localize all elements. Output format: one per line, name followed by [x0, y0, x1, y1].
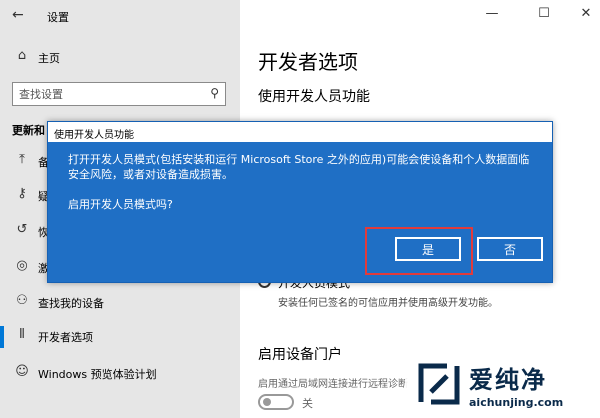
- watermark: 爱纯净 aichunjing.com: [405, 352, 600, 418]
- person-pin-icon: ⚇: [16, 293, 28, 308]
- check-circle-icon: ◎: [16, 258, 28, 273]
- sidebar-item-insider[interactable]: ☺ Windows 预览体验计划: [0, 360, 240, 388]
- search-input[interactable]: [19, 86, 199, 102]
- titlebar-right: — ☐ ✕: [240, 0, 600, 32]
- arrow-up-icon: ⤒: [19, 152, 25, 167]
- window-title: 设置: [47, 11, 69, 24]
- window-titlebar: ← 设置 — ☐ ✕: [0, 0, 600, 32]
- dialog-titlebar: 使用开发人员功能: [48, 122, 552, 142]
- developer-mode-dialog: 使用开发人员功能 打开开发人员模式(包括安装和运行 Microsoft Stor…: [47, 121, 553, 283]
- key-icon: ⚷: [17, 186, 27, 201]
- home-icon: ⌂: [17, 48, 27, 63]
- no-button[interactable]: 否: [477, 237, 543, 261]
- titlebar-left: ← 设置: [0, 0, 240, 32]
- arrow-left-icon[interactable]: ←: [12, 7, 24, 23]
- close-button[interactable]: ✕: [576, 6, 596, 21]
- sidebar-item-label: 主页: [38, 52, 60, 65]
- sidebar-item-find-device[interactable]: ⚇ 查找我的设备: [0, 289, 240, 317]
- search-box[interactable]: ⚲: [12, 82, 226, 106]
- sidebar-item-home[interactable]: ⌂ 主页: [0, 44, 240, 72]
- developer-icon: ⫴: [19, 327, 25, 342]
- dialog-question: 启用开发人员模式吗?: [68, 198, 173, 211]
- sidebar-item-developer[interactable]: ⫴ 开发者选项: [0, 323, 240, 351]
- history-icon: ↺: [16, 222, 28, 237]
- device-portal-title: 启用设备门户: [258, 347, 342, 363]
- watermark-brand: 爱纯净: [469, 366, 547, 394]
- highlight-box: [365, 227, 473, 275]
- section-title: 使用开发人员功能: [258, 89, 370, 105]
- brand-logo-icon: [418, 363, 460, 405]
- active-indicator: [0, 326, 4, 348]
- sidebar-item-label: 查找我的设备: [38, 297, 104, 310]
- device-portal-toggle[interactable]: [258, 394, 294, 410]
- dialog-title: 使用开发人员功能: [54, 130, 134, 141]
- section-heading: 更新和: [12, 124, 45, 137]
- minimize-button[interactable]: —: [482, 6, 502, 21]
- cat-icon: ☺: [15, 364, 29, 379]
- sidebar-item-label: Windows 预览体验计划: [38, 368, 157, 381]
- page-title: 开发者选项: [258, 50, 358, 74]
- maximize-button[interactable]: ☐: [534, 6, 554, 21]
- watermark-url: aichunjing.com: [469, 396, 564, 409]
- device-portal-description: 启用通过局域网连接进行远程诊断: [258, 379, 408, 390]
- dialog-message: 打开开发人员模式(包括安装和运行 Microsoft Store 之外的应用)可…: [68, 153, 530, 181]
- sidebar-item-label: 开发者选项: [38, 331, 93, 344]
- toggle-state-label: 关: [302, 397, 313, 410]
- radio-description: 安装任何已签名的可信应用并使用高级开发功能。: [278, 298, 498, 309]
- search-icon[interactable]: ⚲: [210, 86, 219, 100]
